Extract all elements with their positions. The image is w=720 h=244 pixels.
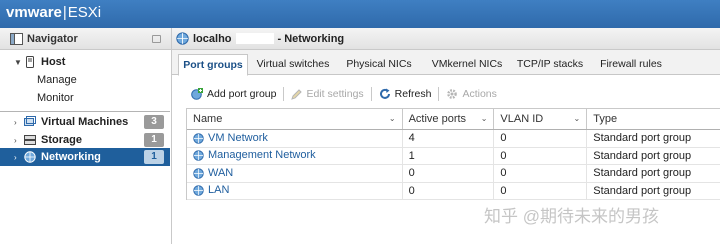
table-row[interactable]: Management Network 1 0 Standard port group: [187, 147, 720, 165]
sort-chevron-icon[interactable]: ⌄: [389, 109, 396, 129]
navigator-title: Navigator: [27, 32, 78, 45]
tab-tcpip-stacks[interactable]: TCP/IP stacks: [512, 54, 588, 76]
collapsed-arrow-icon[interactable]: ›: [14, 136, 24, 145]
port-group-icon: [193, 168, 204, 179]
navigator-panel: Navigator ▼ Host Manage Monitor › Virtua…: [0, 28, 172, 244]
nav-host[interactable]: ▼ Host: [0, 53, 170, 71]
cell-name[interactable]: VM Network: [187, 130, 403, 147]
tab-firewall-rules[interactable]: Firewall rules: [596, 54, 666, 76]
toolbar-divider: [283, 87, 285, 101]
collapse-navigator-icon[interactable]: [152, 35, 161, 43]
cell-name[interactable]: WAN: [187, 165, 403, 182]
cell-vlan-id: 0: [494, 130, 588, 147]
column-header-type[interactable]: Type: [587, 109, 720, 129]
pencil-icon: [291, 88, 303, 100]
port-group-icon: [193, 150, 204, 161]
actions-button[interactable]: Actions: [446, 88, 497, 100]
collapsed-arrow-icon[interactable]: ›: [14, 118, 24, 127]
tab-virtual-switches[interactable]: Virtual switches: [252, 54, 334, 76]
gear-icon: [447, 89, 458, 99]
nav-virtual-machines-label: Virtual Machines: [41, 116, 129, 128]
expand-arrow-icon[interactable]: ▼: [14, 58, 24, 67]
vmware-esxi-logo: vmware|ESXi: [6, 4, 102, 21]
nav-divider: [0, 111, 170, 112]
cell-type: Standard port group: [593, 132, 692, 144]
nav-networking-label: Networking: [41, 151, 101, 163]
networking-icon: [176, 32, 189, 45]
table-row[interactable]: VM Network 4 0 Standard port group: [187, 130, 720, 148]
cell-type: Standard port group: [593, 184, 692, 197]
watermark: 知乎 @期待未来的男孩: [484, 207, 659, 226]
nav-storage-label: Storage: [41, 134, 82, 146]
cell-active-ports: 1: [403, 147, 495, 164]
cell-type: Standard port group: [593, 149, 692, 162]
edit-settings-label: Edit settings: [306, 88, 364, 100]
refresh-button[interactable]: Refresh: [379, 88, 432, 100]
tab-vmkernel-nics[interactable]: VMkernel NICs: [424, 54, 510, 76]
cell-active-ports: 0: [403, 182, 495, 199]
cell-vlan-id: 0: [494, 165, 588, 182]
tab-port-groups[interactable]: Port groups: [178, 54, 248, 76]
sort-chevron-icon[interactable]: ⌄: [574, 109, 581, 129]
add-port-group-label: Add port group: [207, 88, 277, 100]
port-groups-table: Name ⌄ Active ports ⌄ VLAN ID ⌄ Type VM Net…: [186, 108, 720, 200]
table-row[interactable]: WAN 0 0 Standard port group: [187, 165, 720, 183]
nav-virtual-machines[interactable]: › Virtual Machines 3: [0, 113, 170, 131]
toolbar-divider: [370, 87, 372, 101]
storage-icon: [24, 135, 36, 145]
cell-name[interactable]: Management Network: [187, 147, 403, 164]
navigator-header: Navigator: [0, 28, 171, 50]
add-port-group-icon: [191, 88, 203, 100]
cell-active-ports: 4: [403, 130, 495, 147]
cell-vlan-id: 0: [494, 147, 588, 164]
nav-host-manage[interactable]: Manage: [37, 74, 77, 86]
nav-storage[interactable]: › Storage 1: [0, 131, 170, 149]
cell-vlan-id: 0: [494, 182, 588, 199]
cell-name[interactable]: LAN: [187, 182, 403, 199]
cell-type: Standard port group: [593, 167, 692, 179]
column-header-vlan-id[interactable]: VLAN ID ⌄: [494, 109, 588, 129]
cell-active-ports: 0: [403, 165, 495, 182]
networking-count-badge: 1: [144, 150, 164, 164]
edit-settings-button[interactable]: Edit settings: [291, 88, 364, 100]
column-header-active-ports[interactable]: Active ports ⌄: [403, 109, 495, 129]
networking-icon: [24, 151, 36, 163]
toolbar: Add port group Edit settings Refresh Act…: [172, 84, 720, 104]
actions-label: Actions: [462, 88, 497, 100]
navigator-icon: [10, 32, 23, 45]
sort-chevron-icon[interactable]: ⌄: [481, 109, 488, 129]
refresh-icon: [379, 88, 390, 99]
table-header: Name ⌄ Active ports ⌄ VLAN ID ⌄ Type: [187, 108, 720, 130]
tab-physical-nics[interactable]: Physical NICs: [342, 54, 416, 76]
nav-networking[interactable]: › Networking 1: [0, 148, 170, 166]
top-header: vmware|ESXi: [0, 0, 720, 28]
breadcrumb: localho - Networking: [172, 28, 720, 50]
tab-bar: Port groups Virtual switches Physical NI…: [172, 50, 720, 76]
port-group-icon: [193, 185, 204, 196]
collapsed-arrow-icon[interactable]: ›: [14, 153, 24, 162]
refresh-label: Refresh: [394, 88, 432, 100]
breadcrumb-host: localho: [193, 32, 232, 45]
port-group-icon: [193, 133, 204, 144]
nav-host-label: Host: [41, 56, 66, 68]
host-icon: [26, 56, 34, 68]
column-header-name[interactable]: Name ⌄: [187, 109, 403, 129]
nav-host-monitor[interactable]: Monitor: [37, 92, 74, 104]
add-port-group-button[interactable]: Add port group: [191, 88, 276, 100]
vm-count-badge: 3: [144, 115, 164, 129]
toolbar-divider: [438, 87, 440, 101]
breadcrumb-title: - Networking: [277, 32, 345, 45]
table-row[interactable]: LAN 0 0 Standard port group: [187, 182, 720, 200]
storage-count-badge: 1: [144, 133, 164, 147]
table-body: VM Network 4 0 Standard port group Managemen…: [187, 130, 720, 200]
virtual-machines-icon: [24, 116, 36, 126]
redacted-hostname: [235, 33, 274, 44]
